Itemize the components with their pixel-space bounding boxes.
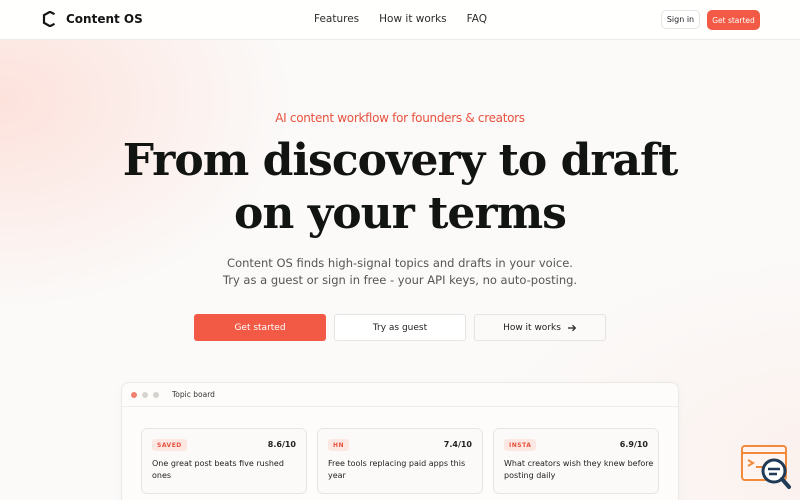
nav-get-started-button[interactable]: Get started bbox=[707, 10, 760, 30]
hero-subheadline-line-1: Content OS finds high-signal topics and … bbox=[227, 256, 573, 270]
nav-links: Features How it works FAQ bbox=[314, 13, 507, 25]
window-dot-gray bbox=[153, 392, 159, 398]
arrow-right-icon bbox=[567, 324, 577, 331]
try-as-guest-button[interactable]: Try as guest bbox=[334, 314, 466, 341]
brand-name: Content OS bbox=[66, 12, 143, 26]
nav-link-features[interactable]: Features bbox=[314, 13, 359, 25]
topic-score: 6.9/10 bbox=[619, 440, 648, 449]
topic-title: Free tools replacing paid apps this year bbox=[328, 459, 466, 480]
topic-board-header: Topic board bbox=[122, 383, 678, 407]
topic-card[interactable]: SAVED 8.6/10 One great post beats five r… bbox=[141, 428, 307, 494]
nav-link-faq[interactable]: FAQ bbox=[467, 13, 487, 25]
nav-link-how-it-works[interactable]: How it works bbox=[379, 13, 447, 25]
topic-title: One great post beats five rushed ones bbox=[152, 459, 284, 480]
topic-source-tag: INSTA bbox=[504, 439, 537, 451]
topic-board-panel: Topic board SAVED 8.6/10 One great post … bbox=[121, 382, 679, 500]
how-it-works-button[interactable]: How it works bbox=[474, 314, 606, 341]
topic-card[interactable]: HN 7.4/10 Free tools replacing paid apps… bbox=[317, 428, 483, 494]
hero-subheadline: Content OS finds high-signal topics and … bbox=[0, 255, 800, 289]
brand[interactable]: Content OS bbox=[42, 11, 143, 27]
hero-headline: From discovery to draft on your terms bbox=[0, 134, 800, 240]
topic-source-tag: SAVED bbox=[152, 439, 187, 451]
hero-get-started-button[interactable]: Get started bbox=[194, 314, 326, 341]
hero-headline-line-2: on your terms bbox=[234, 188, 567, 239]
hero-eyebrow: AI content workflow for founders & creat… bbox=[275, 111, 525, 125]
top-navbar: Content OS Features How it works FAQ Sig… bbox=[0, 0, 800, 40]
topic-card[interactable]: INSTA 6.9/10 What creators wish they kne… bbox=[493, 428, 659, 494]
topic-board-title: Topic board bbox=[172, 390, 215, 399]
topic-score: 8.6/10 bbox=[267, 440, 296, 449]
c-logo-icon bbox=[42, 11, 56, 27]
hero-headline-line-1: From discovery to draft bbox=[122, 135, 679, 186]
window-dot-red bbox=[131, 392, 137, 398]
chat-search-widget[interactable] bbox=[740, 444, 792, 492]
sign-in-button[interactable]: Sign in bbox=[661, 10, 700, 29]
topic-source-tag: HN bbox=[328, 439, 350, 451]
how-it-works-label: How it works bbox=[503, 322, 561, 333]
topic-title: What creators wish they knew before post… bbox=[504, 459, 654, 480]
topic-score: 7.4/10 bbox=[443, 440, 472, 449]
window-dot-gray bbox=[142, 392, 148, 398]
hero-subheadline-line-2: Try as a guest or sign in free - your AP… bbox=[222, 273, 578, 287]
chat-search-icon bbox=[741, 445, 791, 489]
